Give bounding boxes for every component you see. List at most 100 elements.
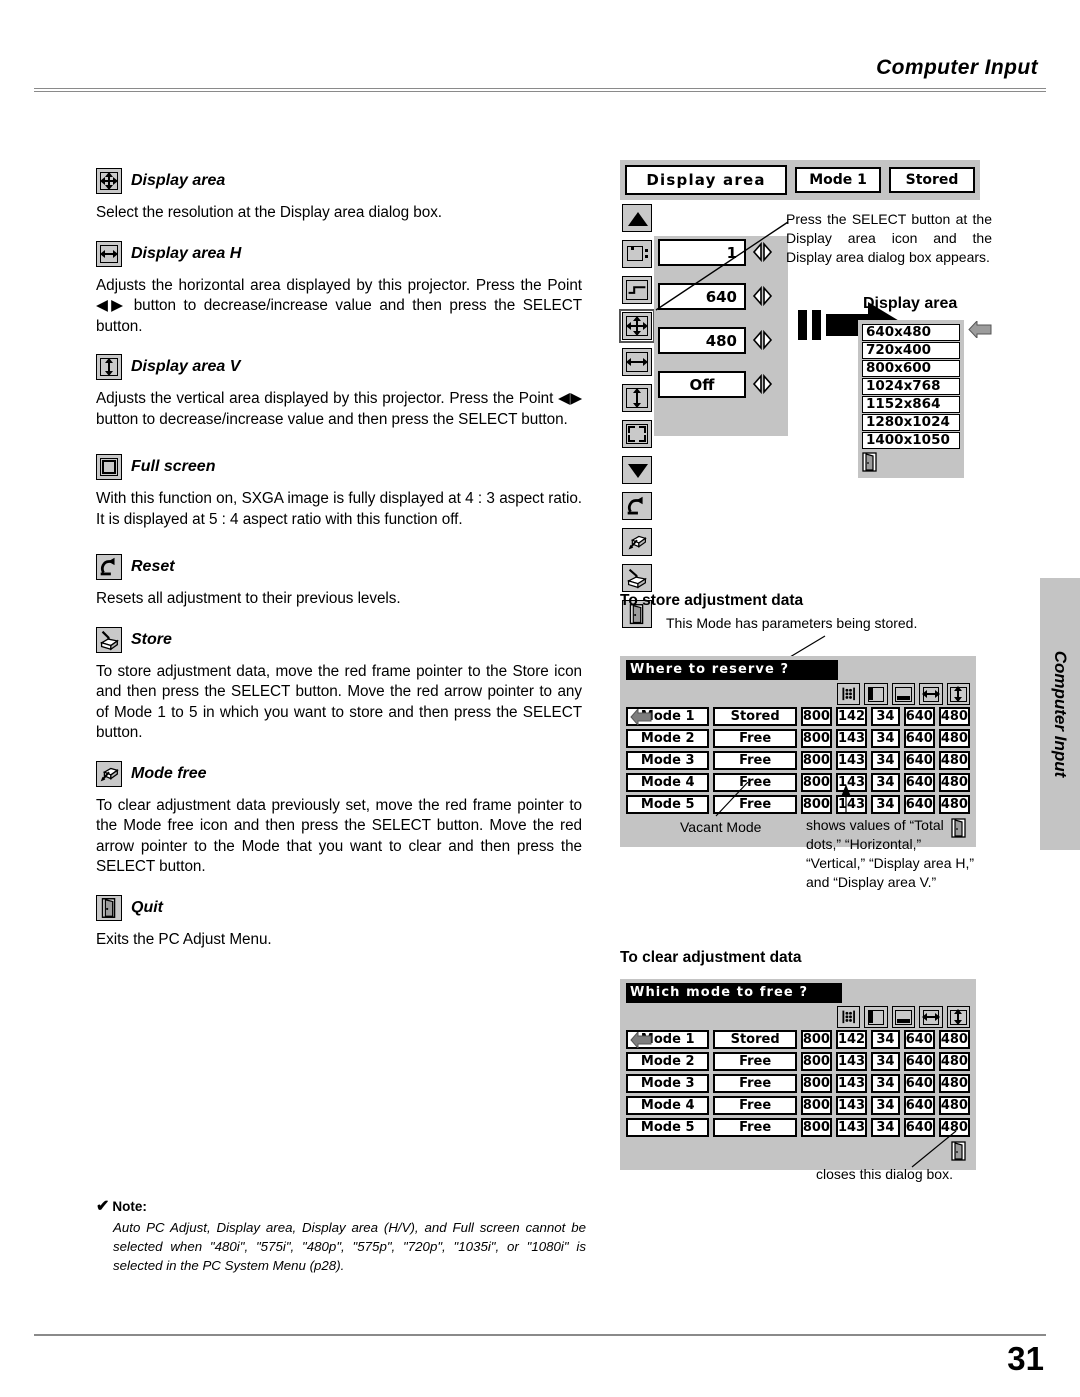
table-row[interactable]: Mode 2 Free 800 143 34 640 480: [626, 729, 970, 748]
mode-label[interactable]: Mode 2: [626, 1052, 710, 1071]
section-display-area-h: Display area H Adjusts the horizontal ar…: [96, 240, 582, 338]
display-area-dialog: 640x480 720x400 800x600 1024x768 1152x86…: [858, 320, 964, 478]
osd-display-area-icon[interactable]: [619, 309, 655, 346]
vertical-value: 34: [871, 1074, 900, 1093]
osd-value-row: 640: [654, 280, 788, 312]
osd-reset-icon[interactable]: [620, 492, 654, 526]
osd-stored-button[interactable]: Stored: [889, 167, 976, 193]
section-body: Resets all adjustment to their previous …: [96, 590, 401, 607]
full-screen-value[interactable]: Off: [658, 370, 746, 398]
osd-value-panel: 1 640 480 Off: [654, 236, 788, 436]
left-content-column: Display area Select the resolution at th…: [96, 168, 582, 954]
osd-display-area-v-icon[interactable]: [620, 384, 654, 418]
table-row[interactable]: Mode 1 Stored 800 142 34 640 480: [626, 1030, 970, 1049]
display-area-icon: [96, 168, 122, 194]
right-content-column: Display area Mode 1 Stored 1 640 480 Off…: [619, 160, 995, 1182]
table-row[interactable]: Mode 4 Free 800 143 34 640 480: [626, 1096, 970, 1115]
display-area-v-icon: [946, 683, 971, 705]
note-heading: ✔ Note:: [96, 1196, 586, 1216]
table-row[interactable]: Mode 3 Free 800 143 34 640 480: [626, 751, 970, 770]
osd-title-button[interactable]: Display area: [625, 165, 788, 195]
osd-top-bar: Display area Mode 1 Stored: [620, 160, 980, 200]
resolution-option[interactable]: 1280x1024: [862, 414, 960, 431]
osd-auto-pc-adjust-icon[interactable]: [620, 240, 654, 274]
mode-label[interactable]: Mode 4: [626, 1096, 710, 1115]
vertical-icon: [891, 1006, 916, 1028]
closes-dialog-annotation: closes this dialog box.: [816, 1166, 953, 1182]
mode-label[interactable]: Mode 3: [626, 1074, 710, 1093]
total-dots-value: 800: [800, 1096, 832, 1115]
quit-icon: [96, 894, 122, 921]
mode-state: Stored: [713, 707, 797, 726]
osd-display-area-h-icon[interactable]: [620, 348, 654, 382]
left-right-adjust-icon[interactable]: [751, 241, 775, 263]
horizontal-value: 143: [835, 1052, 868, 1071]
display-area-v-icon: [946, 1006, 971, 1028]
clear-column-headers: [626, 1003, 971, 1030]
display-area-h-value: 640: [903, 1052, 935, 1071]
osd-callout-text: Press the SELECT button at the Display a…: [786, 211, 992, 265]
horizontal-value: 143: [835, 1096, 868, 1115]
page-header-title: Computer Input: [876, 56, 1038, 79]
resolution-option[interactable]: 800x600: [862, 360, 960, 377]
store-dialog-prompt: Where to reserve ?: [626, 660, 838, 680]
osd-fine-sync-icon[interactable]: [620, 276, 654, 310]
section-title: Full screen: [131, 458, 216, 475]
resolution-option[interactable]: 720x400: [862, 342, 960, 359]
left-right-adjust-icon[interactable]: [751, 373, 775, 395]
dialog-quit-icon[interactable]: [862, 452, 879, 472]
display-area-h-value: 640: [903, 1074, 935, 1093]
total-dots-icon: [836, 1006, 861, 1028]
section-title: Display area H: [131, 244, 242, 262]
clear-adjustment-block: To clear adjustment data Which mode to f…: [620, 949, 995, 1182]
table-row[interactable]: Mode 1 Stored 800 142 34 640 480: [626, 707, 970, 726]
mode-label[interactable]: Mode 2: [626, 729, 710, 748]
display-area-v-value: 480: [938, 1052, 970, 1071]
resolution-option[interactable]: 1152x864: [862, 396, 960, 413]
resolution-option[interactable]: 1024x768: [862, 378, 960, 395]
section-display-area-v: Display area V Adjusts the vertical area…: [96, 354, 582, 430]
osd-full-screen-icon[interactable]: [620, 420, 654, 454]
left-right-adjust-icon[interactable]: [751, 329, 775, 351]
section-display-area: Display area Select the resolution at th…: [96, 168, 582, 224]
check-icon: ✔: [96, 1198, 110, 1215]
total-dots-value: 800: [800, 1030, 832, 1049]
display-area-v-value: 480: [938, 707, 970, 726]
table-row[interactable]: Mode 3 Free 800 143 34 640 480: [626, 1074, 970, 1093]
horizontal-value: 143: [835, 1074, 868, 1093]
mode-label[interactable]: Mode 3: [626, 751, 710, 770]
side-tab-label: Computer Input: [1051, 650, 1070, 778]
display-area-dialog-title: Display area: [863, 295, 958, 312]
table-row[interactable]: Mode 2 Free 800 143 34 640 480: [626, 1052, 970, 1071]
section-body: Select the resolution at the Display are…: [96, 204, 442, 221]
section-title: Store: [131, 630, 172, 648]
osd-scroll-down-button[interactable]: [620, 456, 654, 490]
left-right-adjust-icon[interactable]: [751, 285, 775, 307]
osd-mode-free-icon[interactable]: [620, 528, 654, 562]
side-tab-computer-input: Computer Input: [1040, 578, 1080, 850]
vertical-value: 34: [871, 729, 900, 748]
display-area-h-value: 640: [903, 751, 935, 770]
osd-value-row: 480: [654, 324, 788, 356]
total-dots-value: 800: [800, 707, 832, 726]
store-section-heading: To store adjustment data: [620, 592, 804, 609]
mode-state: Free: [713, 729, 797, 748]
note-body: Auto PC Adjust, Display area, Display ar…: [113, 1220, 586, 1273]
section-heading: Display area V: [96, 354, 582, 380]
display-area-v-value[interactable]: 480: [658, 326, 746, 354]
osd-scroll-up-button[interactable]: [620, 204, 654, 238]
resolution-option[interactable]: 640x480: [862, 324, 960, 341]
section-full-screen: Full screen With this function on, SXGA …: [96, 454, 582, 530]
resolution-option[interactable]: 1400x1050: [862, 432, 960, 449]
mode-state: Free: [713, 751, 797, 770]
clear-section-heading: To clear adjustment data: [620, 949, 802, 966]
header-divider: [34, 88, 1046, 92]
osd-mode-button[interactable]: Mode 1: [795, 167, 882, 193]
section-body: With this function on, SXGA image is ful…: [96, 490, 582, 528]
selection-pointer-icon: [968, 321, 992, 338]
section-heading: Reset: [96, 554, 582, 580]
display-area-v-value: 480: [938, 1096, 970, 1115]
fine-sync-value[interactable]: 1: [658, 238, 746, 266]
store-adjustment-block: To store adjustment data This Mode has p…: [620, 592, 995, 890]
display-area-h-value[interactable]: 640: [658, 282, 746, 310]
